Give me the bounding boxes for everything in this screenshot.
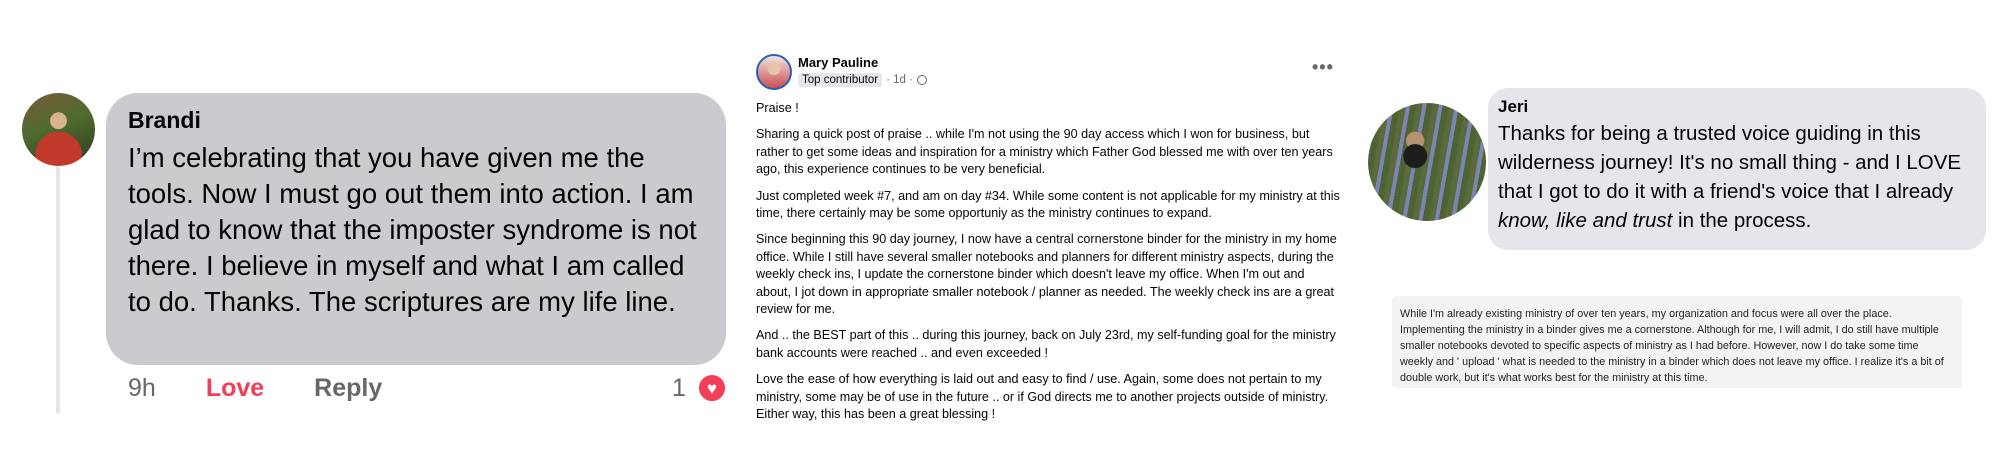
post-paragraph: Praise ! bbox=[756, 101, 799, 115]
reaction-count: 1 bbox=[672, 373, 686, 402]
comment-text-italic: know, like and trust bbox=[1498, 209, 1673, 232]
commenter-name[interactable]: Brandi bbox=[128, 107, 704, 134]
more-options-icon[interactable]: ••• bbox=[1312, 58, 1334, 76]
thread-line bbox=[56, 166, 60, 414]
commenter-name[interactable]: Jeri bbox=[1498, 97, 1976, 117]
comment-time[interactable]: 9h bbox=[128, 374, 156, 403]
comment-text-end: in the process. bbox=[1672, 209, 1812, 232]
avatar[interactable] bbox=[1368, 103, 1486, 221]
avatar[interactable] bbox=[22, 93, 95, 166]
comment-text: Thanks for being a trusted voice guiding… bbox=[1498, 119, 1976, 235]
comment-bubble: Jeri Thanks for being a trusted voice gu… bbox=[1488, 88, 1986, 250]
heart-icon: ♥ bbox=[695, 372, 728, 404]
post-paragraph: And .. the BEST part of this .. during t… bbox=[756, 328, 1336, 360]
comment-bubble: Brandi I’m celebrating that you have giv… bbox=[106, 93, 726, 365]
post-meta: Top contributor · 1d · bbox=[798, 73, 927, 87]
comment-text-start: Thanks for being a trusted voice guiding… bbox=[1498, 122, 1962, 203]
post-paragraph: Just completed week #7, and am on day #3… bbox=[756, 188, 1340, 221]
mary-post: Mary Pauline Top contributor · 1d · ••• … bbox=[744, 40, 1344, 440]
post-author[interactable]: Mary Pauline bbox=[798, 55, 878, 70]
top-contributor-badge[interactable]: Top contributor bbox=[798, 73, 883, 87]
post-paragraph: Love the ease of how everything is laid … bbox=[756, 372, 1329, 422]
reply-button[interactable]: Reply bbox=[314, 374, 382, 403]
love-button[interactable]: Love bbox=[206, 374, 264, 403]
post-body: Praise ! Sharing a quick post of praise … bbox=[756, 100, 1341, 433]
avatar[interactable] bbox=[756, 54, 792, 90]
reaction-summary[interactable]: 1 ♥ bbox=[672, 372, 728, 404]
post-paragraph: Sharing a quick post of praise .. while … bbox=[756, 127, 1333, 177]
comment-actions: 9h Love Reply bbox=[128, 374, 382, 403]
post-paragraph: Since beginning this 90 day journey, I n… bbox=[756, 232, 1337, 317]
jeri-comment: Jeri Thanks for being a trusted voice gu… bbox=[1360, 0, 2000, 471]
post-time[interactable]: · 1d · bbox=[886, 74, 913, 86]
globe-icon bbox=[916, 75, 927, 85]
comment-text: I’m celebrating that you have given me t… bbox=[128, 142, 697, 317]
ministry-note: While I'm already existing ministry of o… bbox=[1392, 296, 1962, 388]
brandi-comment: Brandi I’m celebrating that you have giv… bbox=[0, 0, 740, 471]
